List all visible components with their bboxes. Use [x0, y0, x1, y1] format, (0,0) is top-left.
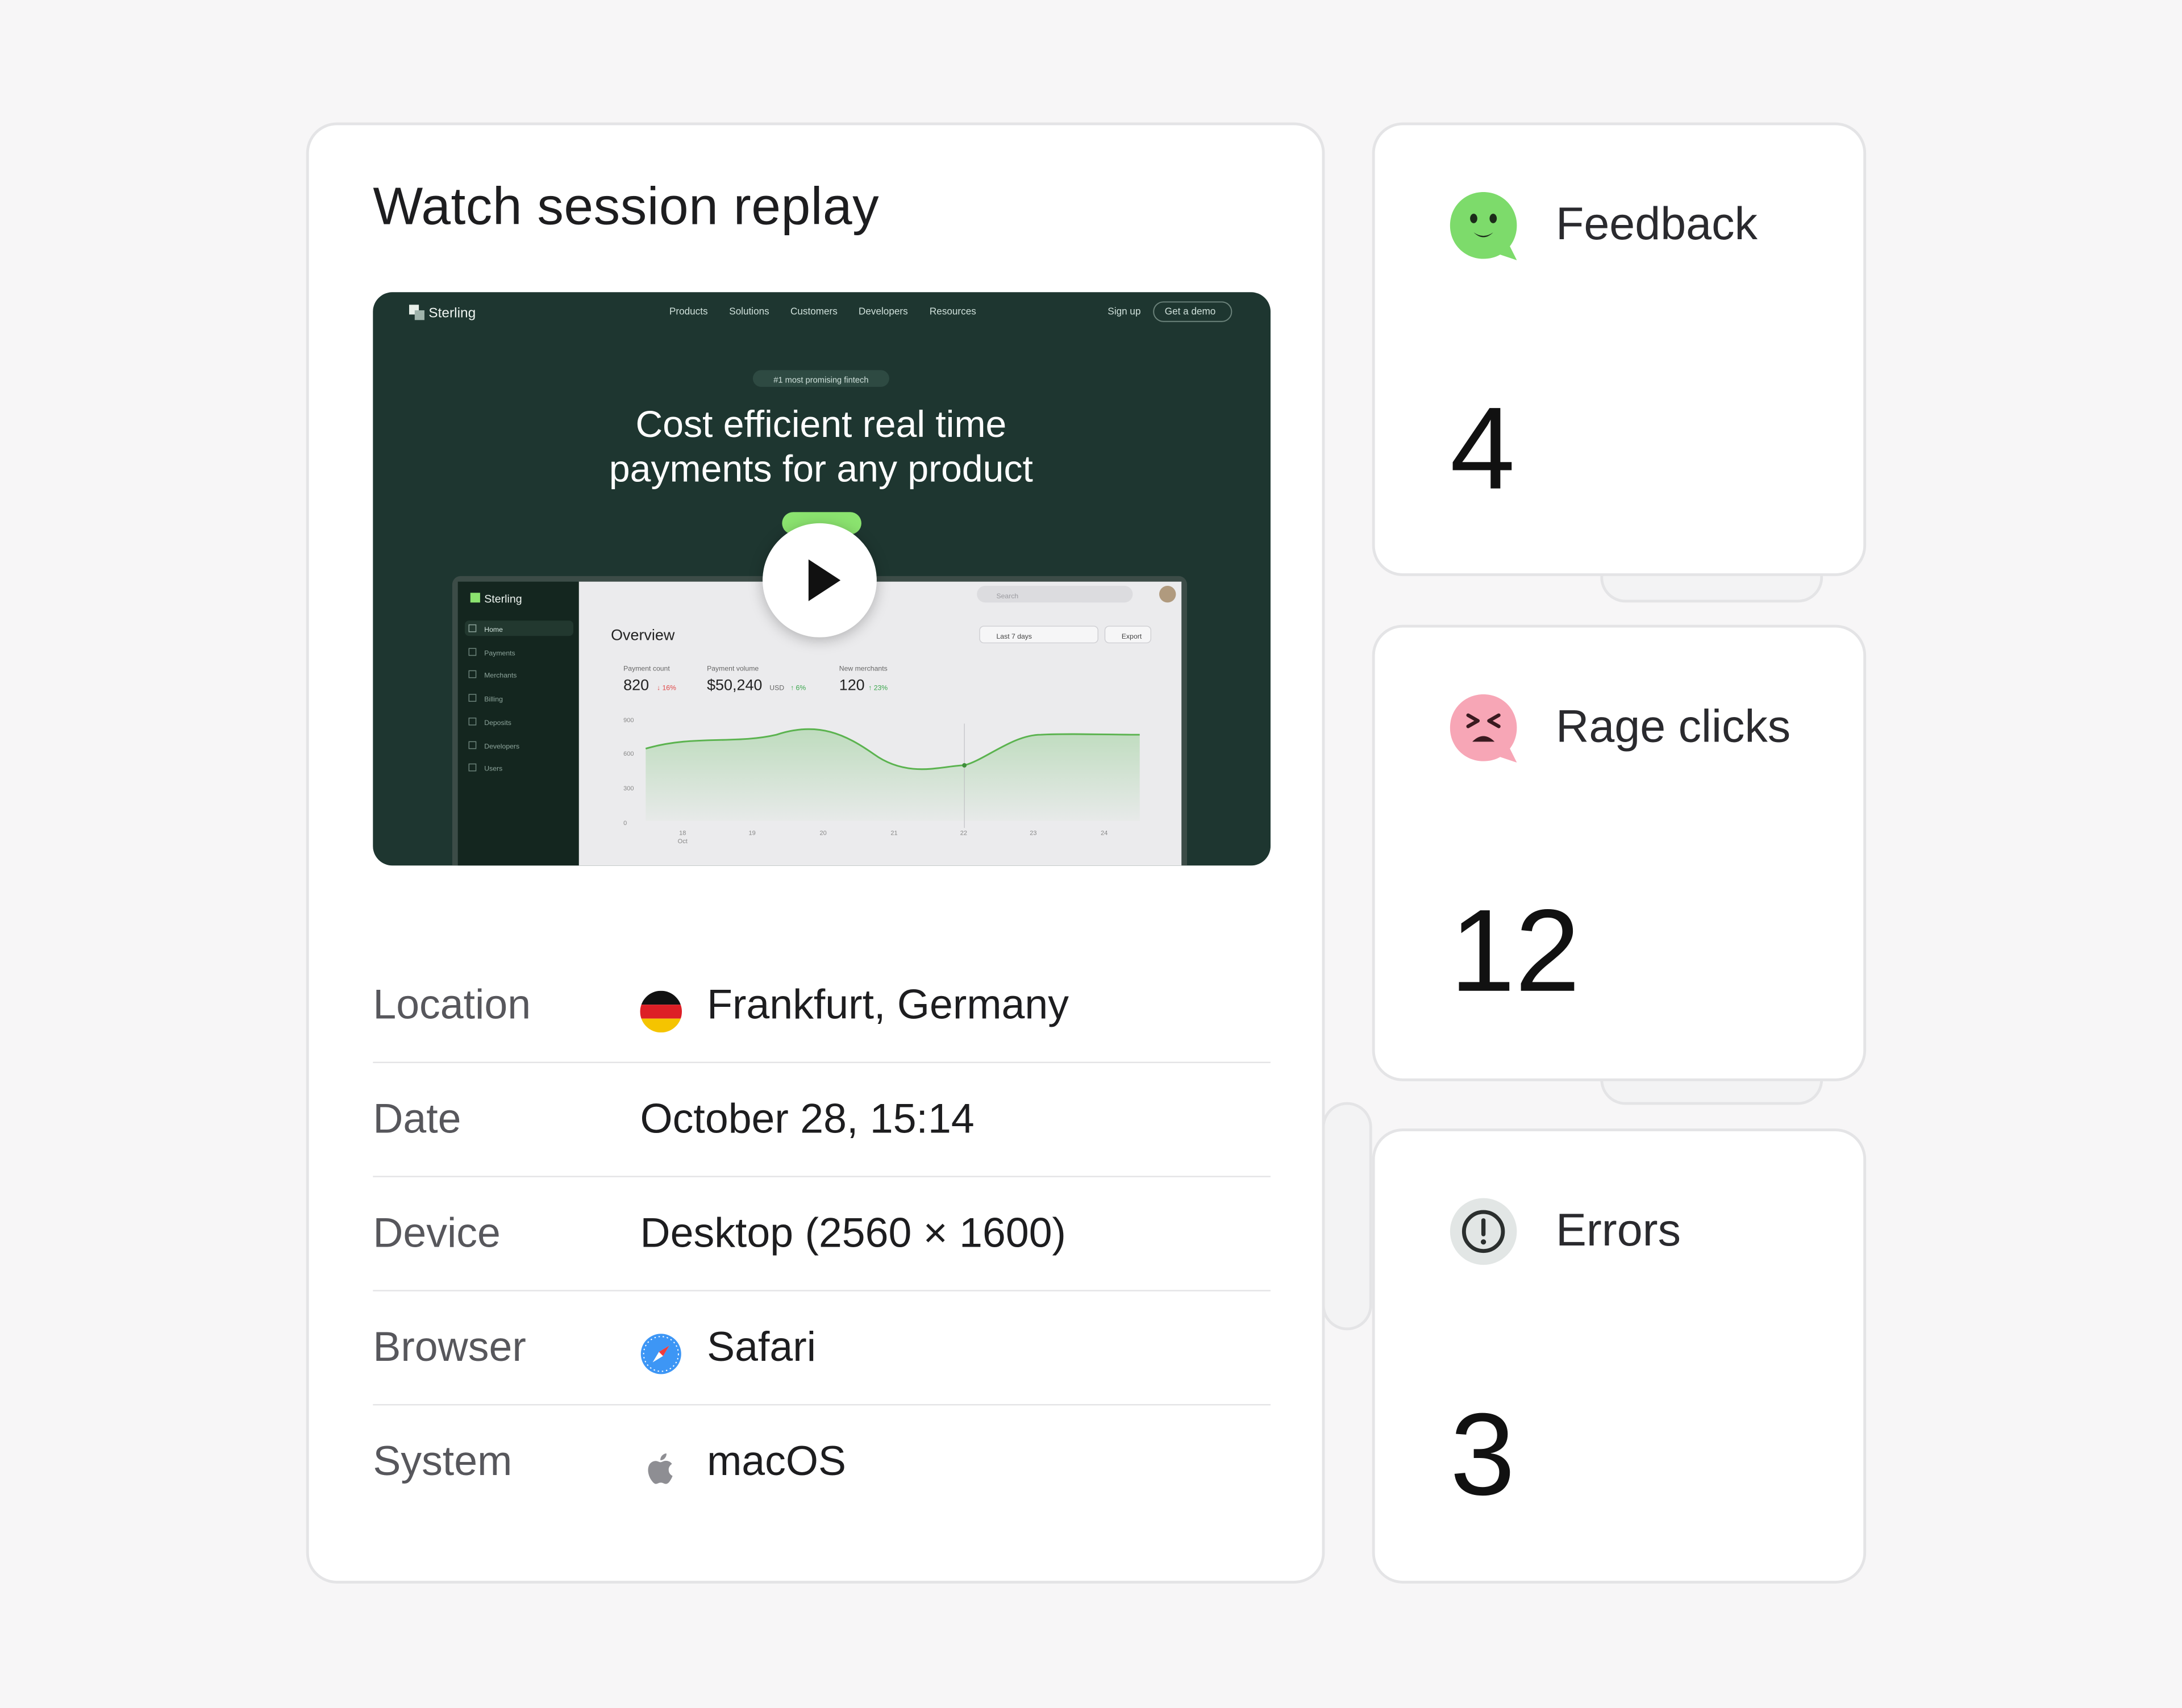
happy-face-icon: [1450, 191, 1517, 260]
replay-nav-item: Customers: [790, 305, 838, 316]
replay-brand: Sterling: [428, 305, 476, 320]
dashboard-search: Search: [996, 592, 1018, 600]
apple-icon: [648, 1453, 673, 1484]
info-value: macOS: [707, 1439, 847, 1485]
chart-x-tick: 19: [749, 830, 756, 836]
replay-nav-item: Resources: [930, 305, 976, 316]
stat-delta: ↓ 16%: [657, 684, 676, 692]
dashboard-range: Last 7 days: [996, 632, 1032, 640]
stat-value: 820: [623, 677, 649, 694]
info-value: Desktop (2560 × 1600): [640, 1210, 1067, 1257]
stat-label: Payment volume: [707, 664, 759, 672]
metric-title: Errors: [1555, 1203, 1681, 1255]
germany-flag-icon: [640, 990, 682, 1033]
metric-value: 4: [1450, 382, 1515, 514]
stat-value: $50,240: [707, 677, 762, 694]
chart-y-tick: 0: [623, 820, 627, 827]
dashboard-sidebar-item: Billing: [484, 695, 503, 703]
metric-card-errors[interactable]: Errors 3: [1372, 1128, 1867, 1584]
metric-title: Feedback: [1555, 197, 1758, 249]
chart-x-tick: 20: [819, 830, 826, 836]
stat-delta: ↑ 6%: [790, 684, 806, 692]
chart-x-tick: 18: [679, 830, 686, 836]
info-label: Location: [373, 982, 531, 1028]
metric-card-feedback[interactable]: Feedback 4: [1372, 122, 1867, 576]
replay-headline: Cost efficient real time: [636, 403, 1007, 445]
dashboard-sidebar-item: Deposits: [484, 719, 511, 727]
info-value: Safari: [707, 1324, 817, 1371]
info-row-date: Date October 28, 15:14: [373, 1063, 1271, 1177]
info-row-system: System macOS: [373, 1405, 1271, 1519]
replay-demo: Get a demo: [1165, 305, 1215, 316]
replay-pill: #1 most promising fintech: [773, 376, 868, 385]
info-value: Frankfurt, Germany: [707, 982, 1069, 1028]
dashboard-export: Export: [1122, 632, 1142, 640]
stat-label: Payment count: [623, 664, 670, 672]
alert-circle-icon: [1450, 1198, 1517, 1265]
chart-x-tick: 21: [890, 830, 897, 836]
replay-headline: payments for any product: [609, 448, 1033, 490]
metric-value: 12: [1450, 885, 1580, 1016]
card-connector: [1322, 1102, 1372, 1331]
dashboard-sidebar-item: Users: [484, 765, 502, 773]
dashboard-sidebar-item: Merchants: [484, 672, 517, 680]
angry-face-icon: [1450, 694, 1517, 763]
stat-unit: USD: [769, 684, 784, 692]
play-icon: [808, 559, 841, 601]
dashboard-sidebar-item: Payments: [484, 649, 515, 657]
info-value: October 28, 15:14: [640, 1096, 975, 1143]
stat-delta: ↑ 23%: [868, 684, 888, 692]
info-row-location: Location Frankfurt, Germany: [373, 949, 1271, 1064]
info-row-browser: Browser Safari: [373, 1292, 1271, 1406]
info-label: Device: [373, 1210, 501, 1257]
info-label: Browser: [373, 1324, 526, 1371]
session-card: Watch session replay Sterling Products S…: [306, 122, 1325, 1584]
stage: Watch session replay Sterling Products S…: [0, 0, 2182, 1707]
stat-label: New merchants: [839, 664, 888, 672]
chart-y-tick: 900: [623, 717, 634, 724]
stat-value: 120: [839, 677, 865, 694]
chart-y-tick: 600: [623, 751, 634, 757]
info-row-device: Device Desktop (2560 × 1600): [373, 1177, 1271, 1292]
session-replay-preview[interactable]: Sterling Products Solutions Customers De…: [373, 292, 1271, 866]
replay-signup: Sign up: [1107, 305, 1140, 316]
chart-y-tick: 300: [623, 785, 634, 792]
replay-nav-item: Products: [669, 305, 708, 316]
metric-value: 3: [1450, 1389, 1515, 1520]
chart-x-tick: 24: [1101, 830, 1107, 836]
safari-icon: [640, 1334, 681, 1374]
chart-x-tick: 23: [1030, 830, 1036, 836]
metric-title: Rage clicks: [1555, 699, 1791, 752]
dashboard-sidebar-item: Developers: [484, 743, 519, 751]
metric-card-rage-clicks[interactable]: Rage clicks 12: [1372, 624, 1867, 1081]
play-button[interactable]: [763, 523, 877, 638]
dashboard-title: Overview: [611, 627, 675, 644]
chart-x-tick: 22: [960, 830, 967, 836]
replay-nav-item: Solutions: [729, 305, 769, 316]
chart-x-month: Oct: [678, 838, 688, 845]
dashboard-sidebar-item: Home: [484, 626, 503, 634]
info-label: System: [373, 1439, 513, 1485]
session-title: Watch session replay: [373, 178, 880, 237]
replay-nav-item: Developers: [859, 305, 908, 316]
dashboard-brand: Sterling: [484, 593, 522, 605]
info-label: Date: [373, 1096, 461, 1143]
